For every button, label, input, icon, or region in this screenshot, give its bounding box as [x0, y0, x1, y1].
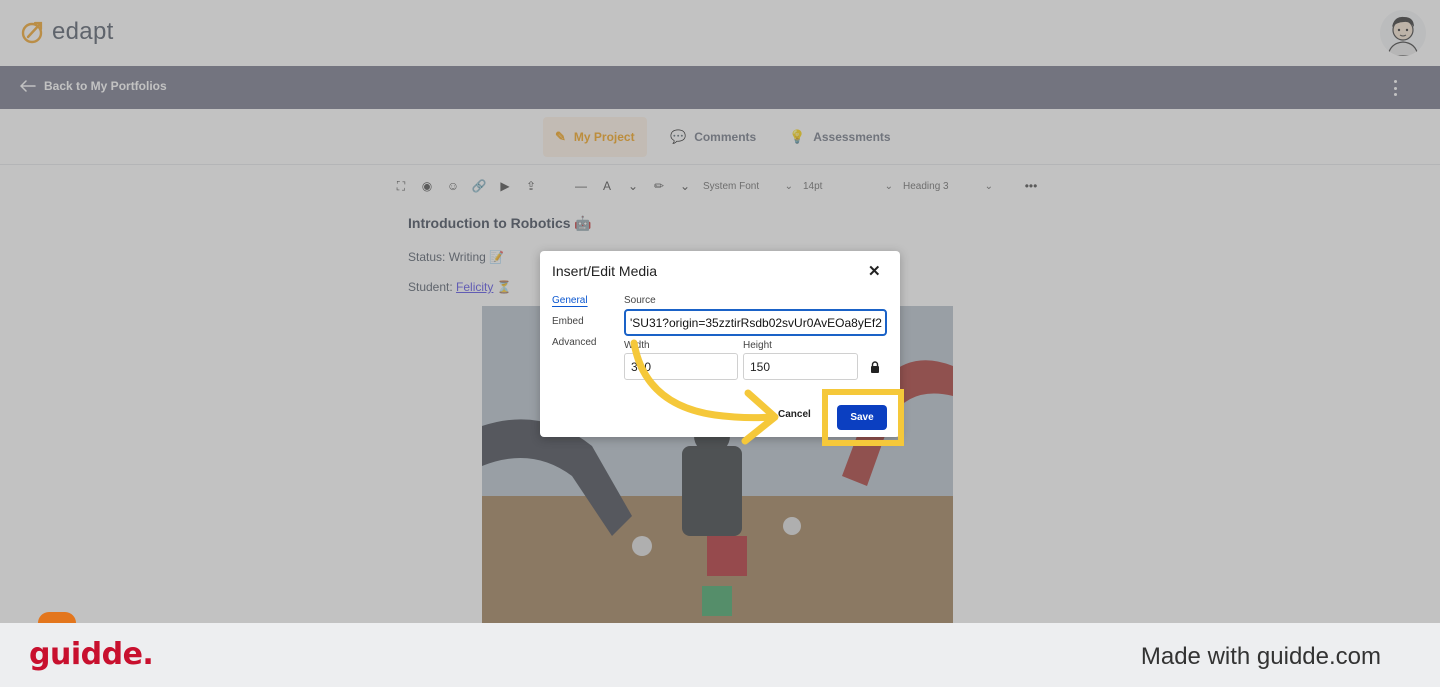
close-icon[interactable]: ✕	[868, 262, 881, 280]
guidde-footer: guidde. Made with guidde.com	[0, 623, 1440, 687]
lock-icon[interactable]	[870, 361, 880, 373]
dialog-nav: General Embed Advanced	[552, 295, 612, 358]
chat-widget-icon[interactable]	[38, 612, 76, 623]
source-input[interactable]: 'SU31?origin=35zztirRsdb02svUr0AvEOa8yEf…	[624, 309, 887, 336]
guide-arrow-icon	[630, 339, 779, 445]
guidde-logo: guidde.	[29, 637, 154, 672]
made-with-text: Made with guidde.com	[1140, 643, 1381, 670]
dialog-tab-advanced[interactable]: Advanced	[552, 337, 612, 358]
source-label: Source	[624, 295, 656, 306]
save-button-highlight	[822, 389, 904, 446]
dialog-tab-general[interactable]: General	[552, 295, 612, 316]
dialog-title: Insert/Edit Media	[552, 263, 658, 279]
dialog-tab-embed[interactable]: Embed	[552, 316, 612, 337]
